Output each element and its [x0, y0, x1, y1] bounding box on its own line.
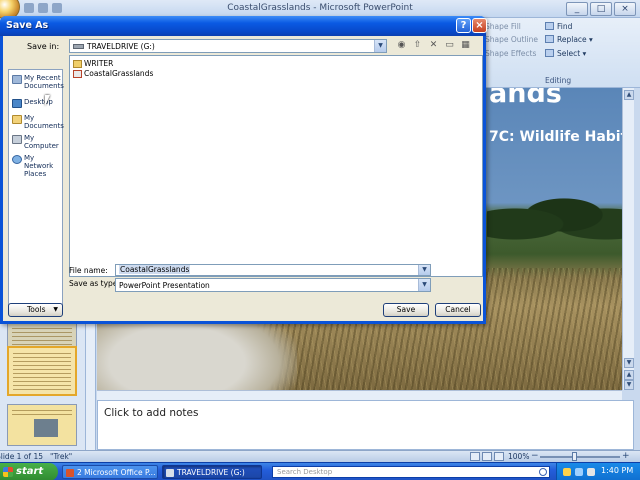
ribbon: Shape Fill Shape Outline Shape Effects F… — [485, 18, 640, 88]
save-as-type-label: Save as type: — [69, 279, 120, 288]
theme-name: "Trek" — [50, 452, 73, 461]
select-button[interactable]: Select ▾ — [545, 49, 586, 58]
dialog-close-button[interactable]: × — [472, 18, 487, 33]
taskbar-item-traveldrive[interactable]: TRAVELDRIVE (G:) — [162, 465, 262, 479]
views-icon[interactable]: ▦ — [459, 39, 472, 51]
file-list[interactable]: WRITER CoastalGrasslands — [69, 55, 483, 277]
save-in-label: Save in: — [27, 42, 60, 51]
slide-thumbnails-pane — [0, 322, 86, 450]
help-button[interactable]: ? — [456, 18, 471, 33]
taskbar-item-powerpoint[interactable]: 2 Microsoft Office P... — [62, 465, 158, 479]
slideshow-icon[interactable] — [494, 452, 504, 461]
notes-placeholder: Click to add notes — [104, 407, 199, 419]
mouse-cursor-icon — [45, 95, 55, 106]
desktop-icon — [12, 99, 22, 108]
desktop-search-input[interactable]: Search Desktop — [272, 466, 550, 478]
slide-position: Slide 1 of 15 — [0, 452, 43, 461]
find-button[interactable]: Find — [545, 22, 572, 31]
system-tray: 1:40 PM — [556, 463, 640, 480]
slide-title[interactable]: ands — [489, 88, 562, 109]
place-my-computer[interactable]: My Computer — [11, 134, 63, 150]
recent-documents-icon — [12, 75, 22, 84]
replace-button[interactable]: Replace ▾ — [545, 35, 593, 44]
slide-vertical-scrollbar[interactable]: ▲ ▼ ▲ ▼ — [622, 88, 634, 390]
save-in-dropdown[interactable]: TRAVELDRIVE (G:) ▼ — [69, 39, 387, 53]
shape-fill-button[interactable]: Shape Fill — [485, 22, 521, 31]
save-as-type-value: PowerPoint Presentation — [119, 281, 210, 290]
file-name-value: CoastalGrasslands — [119, 265, 191, 274]
save-as-dialog: Save As ? × Save in: TRAVELDRIVE (G:) ▼ … — [0, 16, 487, 324]
shape-effects-button[interactable]: Shape Effects — [485, 49, 536, 58]
place-my-documents[interactable]: My Documents — [11, 114, 64, 130]
slide-photo-trees — [487, 188, 622, 248]
file-name-label: File name: — [69, 266, 108, 275]
drive-icon — [166, 469, 174, 477]
pointer-icon — [545, 49, 554, 57]
thumbnails-scrollbar[interactable] — [86, 322, 96, 450]
zoom-slider-handle[interactable] — [572, 452, 577, 461]
previous-slide-icon[interactable]: ▲ — [624, 370, 634, 380]
normal-view-icon[interactable] — [470, 452, 480, 461]
chevron-down-icon[interactable]: ▼ — [418, 279, 430, 291]
close-window-button[interactable]: × — [614, 2, 636, 16]
save-button[interactable]: Save — [383, 303, 429, 317]
dialog-title: Save As — [6, 20, 49, 31]
documents-folder-icon — [12, 115, 22, 124]
editing-group-label: Editing — [545, 76, 572, 85]
clock[interactable]: 1:40 PM — [601, 466, 633, 475]
tray-icon[interactable] — [563, 468, 571, 476]
scroll-up-icon[interactable]: ▲ — [624, 90, 634, 100]
chevron-down-icon[interactable]: ▼ — [418, 265, 430, 275]
slide-horizontal-scrollbar[interactable] — [97, 390, 622, 400]
back-icon[interactable]: ◉ — [395, 39, 408, 51]
minimize-button[interactable]: _ — [566, 2, 588, 16]
computer-icon — [12, 135, 22, 144]
place-my-network-places[interactable]: My Network Places — [11, 154, 63, 178]
scroll-down-icon[interactable]: ▼ — [624, 358, 634, 368]
dialog-toolbar: ◉ ⇧ ✕ ▭ ▦ — [395, 39, 472, 51]
slide-thumbnail[interactable] — [7, 346, 77, 396]
slide-subtitle[interactable]: 7C: Wildlife Habitat M — [489, 129, 622, 145]
zoom-level[interactable]: 100% — [508, 452, 529, 461]
maximize-button[interactable]: □ — [590, 2, 612, 16]
list-item[interactable]: CoastalGrasslands — [73, 69, 153, 78]
place-desktop[interactable]: Desktop — [11, 98, 63, 108]
folder-icon — [73, 60, 82, 68]
shape-outline-button[interactable]: Shape Outline — [485, 35, 538, 44]
new-folder-icon[interactable]: ▭ — [443, 39, 456, 51]
zoom-slider[interactable] — [540, 456, 620, 458]
status-bar: Slide 1 of 15 "Trek" 100% − + — [0, 450, 640, 462]
presentation-file-icon — [73, 70, 82, 78]
chevron-down-icon[interactable]: ▼ — [374, 40, 386, 52]
delete-icon[interactable]: ✕ — [427, 39, 440, 51]
place-my-recent-documents[interactable]: My Recent Documents — [11, 74, 64, 90]
save-as-type-dropdown[interactable]: PowerPoint Presentation ▼ — [115, 278, 431, 292]
taskbar: start 2 Microsoft Office P... TRAVELDRIV… — [0, 462, 640, 480]
volume-icon[interactable] — [587, 468, 595, 476]
start-button[interactable]: start — [0, 463, 58, 480]
file-name-input[interactable]: CoastalGrasslands ▼ — [115, 264, 431, 276]
window-title: CoastalGrasslands - Microsoft PowerPoint — [227, 3, 413, 13]
dialog-title-bar[interactable]: Save As ? × — [0, 16, 487, 36]
binoculars-icon — [545, 22, 554, 30]
replace-icon — [545, 35, 554, 43]
next-slide-icon[interactable]: ▼ — [624, 380, 634, 390]
slide-thumbnail[interactable] — [7, 404, 77, 446]
up-folder-icon[interactable]: ⇧ — [411, 39, 424, 51]
zoom-out-icon[interactable]: − — [531, 451, 539, 461]
network-icon — [12, 155, 22, 164]
windows-flag-icon — [3, 467, 13, 477]
chevron-down-icon: ▼ — [53, 306, 58, 313]
slide-sorter-icon[interactable] — [482, 452, 492, 461]
zoom-in-icon[interactable]: + — [622, 451, 630, 461]
drive-icon — [73, 44, 84, 49]
search-icon[interactable] — [539, 468, 547, 476]
tools-button[interactable]: Tools ▼ — [8, 303, 63, 317]
list-item[interactable]: WRITER — [73, 59, 113, 68]
notes-pane[interactable]: Click to add notes — [97, 400, 634, 450]
tray-icon[interactable] — [575, 468, 583, 476]
powerpoint-icon — [66, 469, 74, 477]
cancel-button[interactable]: Cancel — [435, 303, 481, 317]
save-in-value: TRAVELDRIVE (G:) — [87, 42, 155, 51]
